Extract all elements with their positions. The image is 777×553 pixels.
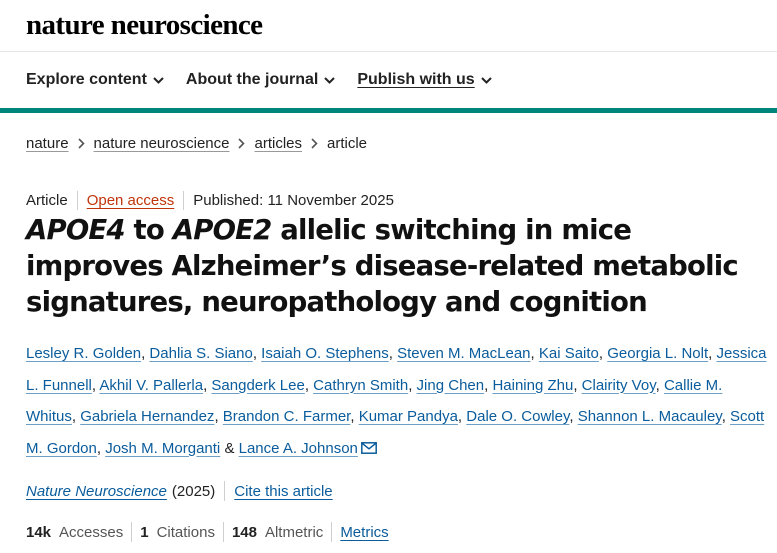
author-link[interactable]: Akhil V. Pallerla xyxy=(99,377,203,394)
author-link[interactable]: Brandon C. Farmer xyxy=(223,408,351,425)
mail-icon[interactable] xyxy=(360,434,377,466)
published-date: Published: 11 November 2025 xyxy=(193,192,394,209)
open-access-link[interactable]: Open access xyxy=(87,192,175,209)
author-link[interactable]: Gabriela Hernandez xyxy=(80,408,214,425)
chevron-right-icon xyxy=(311,138,318,149)
author-and: & xyxy=(224,439,235,457)
author-link[interactable]: Dahlia S. Siano xyxy=(149,345,252,362)
author-link[interactable]: Steven M. MacLean xyxy=(397,345,530,362)
metrics-divider xyxy=(131,522,133,542)
author-link[interactable]: Cathryn Smith xyxy=(313,377,408,394)
citation-divider xyxy=(224,481,226,501)
author-link[interactable]: Kai Saito xyxy=(539,345,599,362)
author-link[interactable]: Dale O. Cowley xyxy=(466,408,569,425)
author-link[interactable]: Shannon L. Macauley xyxy=(578,408,722,425)
citations-count: 1 xyxy=(140,523,149,541)
chevron-down-icon xyxy=(324,76,336,84)
nav-accent-bar xyxy=(0,108,777,113)
author-link[interactable]: Josh M. Morganti xyxy=(105,440,220,457)
chevron-right-icon xyxy=(238,138,246,149)
accesses-label: Accesses xyxy=(59,523,124,541)
nav-publish-with-us[interactable]: Publish with us xyxy=(357,71,492,89)
chevron-down-icon xyxy=(480,76,492,84)
author-link[interactable]: Georgia L. Nolt xyxy=(607,345,708,362)
breadcrumb-articles[interactable]: articles xyxy=(254,135,302,152)
title-gene-1: APOE4 xyxy=(26,214,126,246)
meta-divider xyxy=(76,191,78,210)
altmetric-count: 148 xyxy=(231,523,257,541)
accesses-count: 14k xyxy=(26,523,52,541)
author-link[interactable]: Lesley R. Golden xyxy=(26,345,141,362)
breadcrumb-nature[interactable]: nature xyxy=(26,135,69,152)
main-nav: Explore content About the journal Publis… xyxy=(0,52,777,108)
breadcrumb-nature-neuroscience[interactable]: nature neuroscience xyxy=(94,135,230,152)
citation-line: Nature Neuroscience (2025) Cite this art… xyxy=(26,481,333,501)
metrics-link[interactable]: Metrics xyxy=(340,524,388,541)
citation-year: (2025) xyxy=(171,482,216,500)
author-list: Lesley R. Golden, Dahlia S. Siano, Isaia… xyxy=(26,338,774,465)
nav-about-journal-label: About the journal xyxy=(185,71,319,88)
title-gene-2: APOE2 xyxy=(172,214,273,246)
article-meta: Article Open access Published: 11 Novemb… xyxy=(26,191,394,210)
article-type: Article xyxy=(26,192,68,209)
author-link[interactable]: Jing Chen xyxy=(417,377,485,394)
cite-this-article-link[interactable]: Cite this article xyxy=(234,483,332,500)
site-header: nature neuroscience xyxy=(0,0,777,52)
author-link[interactable]: Kumar Pandya xyxy=(359,408,458,425)
breadcrumb: nature nature neuroscience articles arti… xyxy=(26,135,367,152)
author-link[interactable]: Isaiah O. Stephens xyxy=(261,345,389,362)
citations-label: Citations xyxy=(156,523,215,541)
author-link[interactable]: Clairity Voy xyxy=(582,377,656,394)
author-link[interactable]: Sangderk Lee xyxy=(211,377,304,394)
nav-publish-with-us-label: Publish with us xyxy=(357,71,475,88)
breadcrumb-current: article xyxy=(327,135,368,152)
metrics-divider xyxy=(222,522,224,542)
altmetric-label: Altmetric xyxy=(264,523,324,541)
chevron-down-icon xyxy=(153,76,164,84)
author-link[interactable]: Haining Zhu xyxy=(492,377,573,394)
article-title: APOE4 to APOE2 allelic switching in mice… xyxy=(26,212,756,320)
title-connector: to xyxy=(124,214,173,246)
nav-explore-content-label: Explore content xyxy=(26,71,147,88)
metrics-bar: 14k Accesses 1 Citations 148 Altmetric M… xyxy=(26,522,389,542)
metrics-divider xyxy=(331,522,333,542)
author-link[interactable]: Lance A. Johnson xyxy=(239,440,358,457)
journal-logo[interactable]: nature neuroscience xyxy=(26,11,263,40)
nav-explore-content[interactable]: Explore content xyxy=(26,71,164,89)
nav-about-journal[interactable]: About the journal xyxy=(185,71,336,89)
chevron-right-icon xyxy=(77,138,85,149)
journal-link[interactable]: Nature Neuroscience xyxy=(26,483,167,500)
meta-divider xyxy=(183,191,185,210)
